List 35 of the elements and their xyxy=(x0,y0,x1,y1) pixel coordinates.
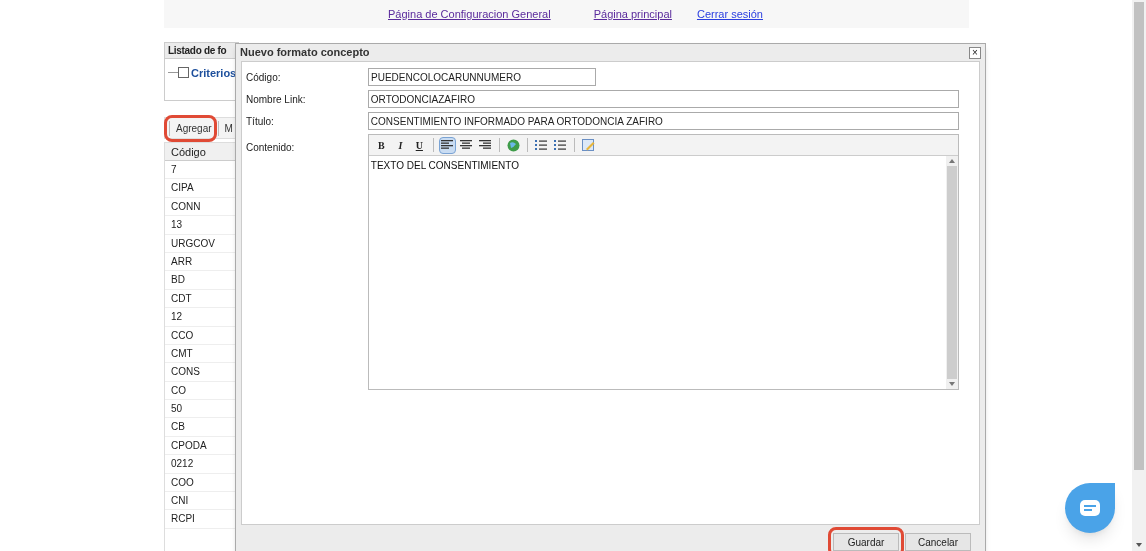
toolbar-button[interactable]: M xyxy=(217,120,233,136)
criteria-label: Criterios xyxy=(191,66,237,81)
chat-button[interactable] xyxy=(1065,483,1115,533)
field-label: Contenido: xyxy=(246,141,296,155)
dialog-button[interactable]: Cancelar xyxy=(905,533,971,551)
close-button[interactable]: × xyxy=(969,46,981,59)
criteria-checkbox[interactable] xyxy=(178,67,189,78)
field-label: Título: xyxy=(246,114,275,129)
text-field[interactable]: ORTODONCIAZAFIRO xyxy=(367,90,959,108)
column-header[interactable]: Código xyxy=(165,143,238,161)
edit-html-button[interactable] xyxy=(579,136,597,154)
dialog-title: Nuevo formato concepto xyxy=(240,45,370,61)
rich-text-editor[interactable]: B I U TEXTO DEL CONSENTIMIENTO xyxy=(367,134,959,390)
nav-link[interactable]: Página de Configuracion General xyxy=(388,5,551,23)
underline-button[interactable]: U xyxy=(410,136,428,154)
align-left-button[interactable] xyxy=(438,136,456,154)
scroll-down-icon[interactable] xyxy=(1136,543,1142,547)
scroll-down-icon[interactable] xyxy=(949,382,955,386)
page-scrollbar[interactable] xyxy=(1132,0,1146,551)
nav-link[interactable]: Página principal xyxy=(593,5,672,23)
tree-line xyxy=(168,72,178,73)
nav-link[interactable]: Cerrar sesión xyxy=(696,5,763,23)
field-label: Nombre Link: xyxy=(246,92,307,107)
italic-button[interactable]: I xyxy=(391,136,409,154)
text-field[interactable]: PUEDENCOLOCARUNNUMERO xyxy=(368,68,596,86)
editor-text: TEXTO DEL CONSENTIMIENTO xyxy=(369,159,520,173)
text-field[interactable]: CONSENTIMIENTO INFORMADO PARA ORTODONCIA ZAFIRO xyxy=(367,112,959,130)
bold-button[interactable]: B xyxy=(372,136,390,154)
scroll-up-icon[interactable] xyxy=(949,159,955,163)
chat-icon xyxy=(1080,500,1100,516)
dialog-button[interactable]: Guardar xyxy=(833,533,899,551)
list-panel-title: Listado de fo xyxy=(168,44,227,58)
field-label: Código: xyxy=(246,70,282,85)
toolbar-button[interactable]: Agregar xyxy=(169,120,212,136)
scrollbar[interactable] xyxy=(946,156,958,389)
